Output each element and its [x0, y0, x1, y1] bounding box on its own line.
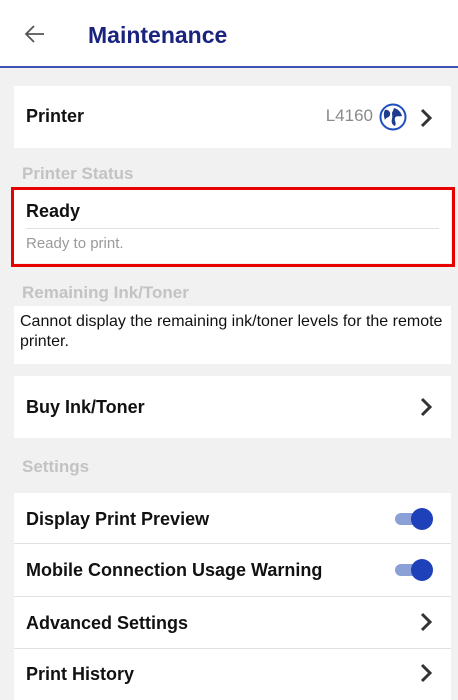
ink-message: Cannot display the remaining ink/toner l…	[20, 313, 443, 350]
app-bar: Maintenance	[0, 0, 458, 68]
back-arrow-icon[interactable]	[24, 23, 46, 45]
toggle-knob	[411, 508, 433, 530]
buy-ink-row[interactable]: Buy Ink/Toner	[14, 376, 451, 438]
ink-message-card: Cannot display the remaining ink/toner l…	[14, 306, 451, 364]
page-title: Maintenance	[88, 22, 228, 48]
chevron-right-icon	[420, 108, 433, 128]
toggle-knob	[411, 559, 433, 581]
chevron-right-icon	[420, 397, 433, 417]
printer-model: L4160	[325, 106, 373, 125]
chevron-right-icon	[420, 612, 433, 632]
printer-online-globe-icon	[379, 103, 407, 131]
settings-card: Display Print Preview Mobile Connection …	[14, 493, 451, 700]
settings-section-label: Settings	[22, 457, 90, 476]
mobile-connection-warning-toggle[interactable]	[395, 559, 433, 581]
settings-item-advanced-settings[interactable]: Advanced Settings	[14, 597, 451, 648]
settings-item-label: Display Print Preview	[26, 509, 210, 529]
display-print-preview-toggle[interactable]	[395, 508, 433, 530]
ink-section-label: Remaining Ink/Toner	[22, 283, 189, 302]
printer-row[interactable]: Printer L4160	[14, 86, 451, 148]
printer-status-section-label: Printer Status	[22, 164, 134, 183]
settings-item-print-history[interactable]: Print History	[14, 649, 451, 700]
printer-label: Printer	[26, 106, 85, 126]
settings-item-mobile-connection-warning[interactable]: Mobile Connection Usage Warning	[14, 544, 451, 596]
chevron-right-icon	[420, 663, 433, 683]
buy-ink-label: Buy Ink/Toner	[26, 397, 145, 417]
highlight-box	[11, 187, 455, 267]
settings-item-label: Advanced Settings	[26, 613, 189, 633]
settings-item-display-print-preview[interactable]: Display Print Preview	[14, 493, 451, 543]
settings-item-label: Print History	[26, 664, 135, 684]
settings-item-label: Mobile Connection Usage Warning	[26, 560, 323, 580]
